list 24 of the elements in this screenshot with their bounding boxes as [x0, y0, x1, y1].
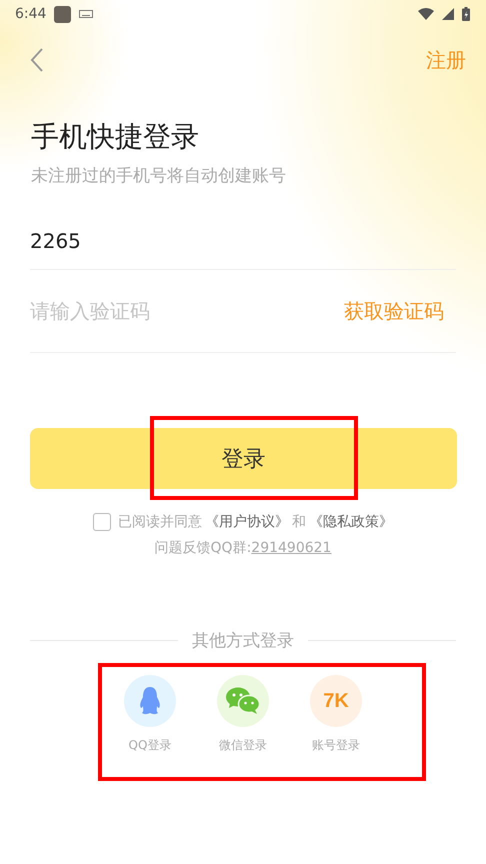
back-icon[interactable] [30, 47, 44, 73]
login-option-label: 账号登录 [312, 737, 360, 754]
terms-link[interactable]: 《用户协议》 [205, 513, 289, 531]
feedback-label: 问题反馈QQ群: [154, 540, 252, 556]
login-button[interactable]: 登录 [30, 428, 457, 489]
phone-input[interactable]: 2265 [30, 228, 456, 252]
login-option-label: 微信登录 [219, 737, 267, 754]
agreement-text: 和 [292, 513, 306, 531]
login-option-label: QQ登录 [128, 737, 172, 754]
code-input[interactable]: 请输入验证码 [30, 299, 344, 323]
page-title: 手机快捷登录 [31, 119, 200, 155]
page-subtitle: 未注册过的手机号将自动创建账号 [31, 165, 287, 187]
app-notification-icon [54, 6, 72, 22]
privacy-link[interactable]: 《隐私政策》 [309, 513, 393, 531]
agreement-checkbox[interactable] [93, 513, 111, 531]
signal-icon [442, 8, 454, 20]
status-time: 6:44 [15, 6, 46, 22]
keyboard-icon [79, 10, 94, 18]
other-login-title: 其他方式登录 [192, 630, 294, 652]
penguin-icon[interactable] [124, 675, 176, 727]
battery-icon [462, 7, 470, 21]
wifi-icon [418, 8, 434, 20]
agreement-text: 已阅读并同意 [118, 513, 202, 531]
chat-bubbles-icon[interactable] [217, 675, 269, 727]
